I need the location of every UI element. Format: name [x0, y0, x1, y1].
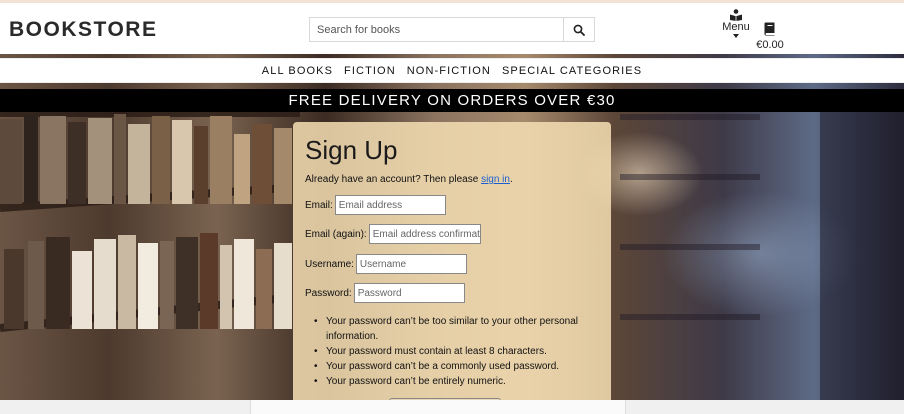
search-button[interactable]: [563, 18, 594, 41]
username-row: Username:: [305, 254, 467, 274]
password-field[interactable]: [353, 283, 465, 303]
chevron-down-icon: [733, 34, 739, 38]
page-title: Sign Up: [305, 135, 398, 165]
signin-prompt-end: .: [509, 174, 513, 185]
password-row: Password:: [305, 283, 465, 303]
book-row: [0, 112, 300, 204]
nav-item-special-categories[interactable]: SPECIAL CATEGORIES: [502, 65, 642, 77]
email-label: Email:: [305, 199, 333, 211]
blurred-shelf: [620, 114, 760, 120]
email-confirm-field[interactable]: [368, 224, 481, 244]
email-field[interactable]: [334, 195, 446, 215]
username-label: Username:: [305, 258, 354, 270]
password-help-list: Your password can’t be too similar to yo…: [314, 314, 604, 389]
email-confirm-label: Email (again):: [305, 228, 367, 240]
search-form: [309, 17, 595, 42]
signup-card: Sign Up Already have an account? Then pl…: [293, 122, 611, 414]
list-item: Your password can’t be a commonly used p…: [314, 359, 604, 374]
password-label: Password:: [305, 287, 352, 299]
username-field[interactable]: [355, 254, 467, 274]
site-logo[interactable]: BOOKSTORE: [9, 18, 157, 42]
nav-item-non-fiction[interactable]: NON-FICTION: [407, 65, 491, 77]
list-item: Your password must contain at least 8 ch…: [314, 344, 604, 359]
main-nav: ALL BOOKS FICTION NON-FICTION SPECIAL CA…: [0, 58, 904, 83]
reader-icon: [730, 9, 742, 21]
book-row: [0, 229, 300, 329]
email-confirm-row: Email (again):: [305, 224, 481, 244]
list-item: Your password can’t be too similar to yo…: [314, 314, 604, 344]
list-item: Your password can’t be entirely numeric.: [314, 374, 604, 389]
signin-prompt: Already have an account? Then please sig…: [305, 174, 599, 185]
delivery-banner: FREE DELIVERY ON ORDERS OVER €30: [0, 89, 904, 112]
email-row: Email:: [305, 195, 446, 215]
footer-strip: [0, 400, 904, 414]
blurred-shelf: [820, 94, 904, 400]
search-icon: [573, 24, 585, 36]
blurred-shelf: [620, 174, 760, 180]
signin-link[interactable]: sign in: [481, 174, 510, 185]
cart-link[interactable]: €0.00: [754, 9, 786, 51]
book-icon: [764, 22, 775, 36]
menu-dropdown-toggle[interactable]: Menu: [718, 9, 754, 38]
search-input[interactable]: [310, 18, 564, 41]
menu-label: Menu: [722, 21, 750, 33]
blurred-shelf: [620, 244, 760, 250]
nav-item-all-books[interactable]: ALL BOOKS: [262, 65, 333, 77]
signin-prompt-text: Already have an account? Then please: [305, 174, 482, 185]
cart-total: €0.00: [756, 39, 784, 51]
blurred-shelf: [620, 314, 760, 320]
nav-item-fiction[interactable]: FICTION: [344, 65, 396, 77]
content-panel: [250, 400, 626, 414]
site-header: BOOKSTORE Menu €0.00: [0, 3, 904, 54]
